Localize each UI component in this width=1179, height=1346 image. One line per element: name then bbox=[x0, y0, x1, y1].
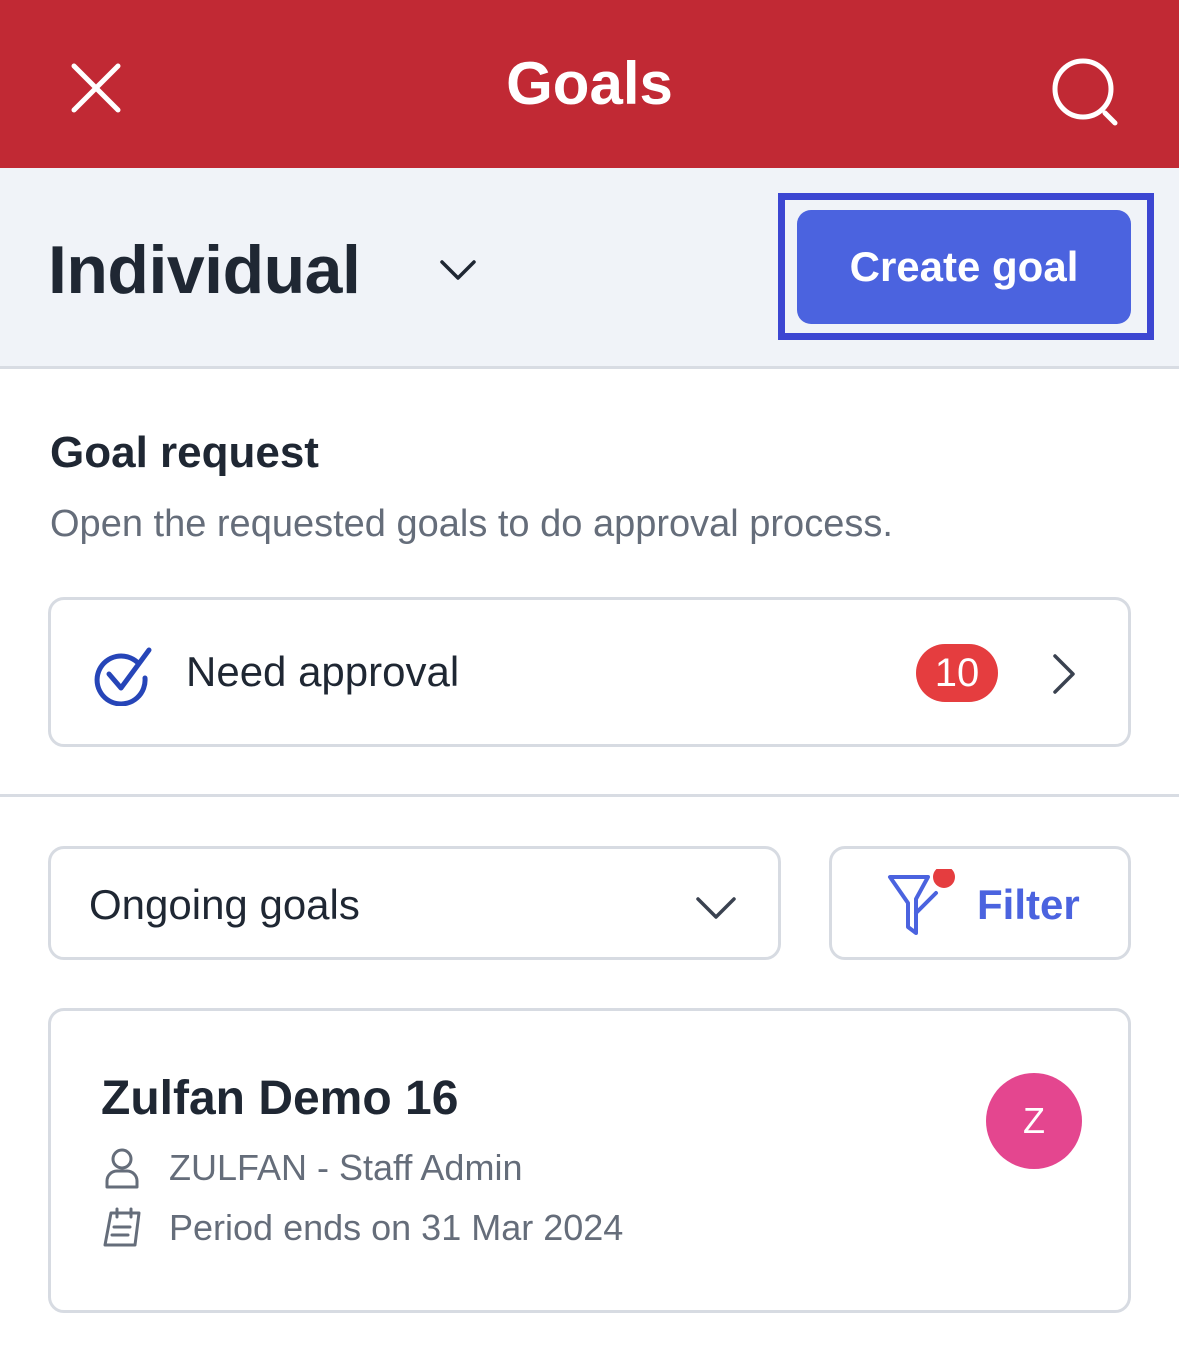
search-icon bbox=[1052, 58, 1118, 126]
goal-status-dropdown[interactable]: Ongoing goals bbox=[48, 846, 781, 960]
filter-label: Filter bbox=[977, 881, 1080, 928]
filter-button[interactable]: Filter bbox=[829, 846, 1131, 960]
create-goal-button[interactable]: Create goal bbox=[797, 210, 1131, 324]
calendar-icon bbox=[101, 1207, 143, 1249]
goal-title: Zulfan Demo 16 bbox=[101, 1072, 459, 1125]
goal-period-row: Period ends on 31 Mar 2024 bbox=[101, 1207, 623, 1249]
goal-request-description: Open the requested goals to do approval … bbox=[50, 503, 893, 545]
app-header: Goals bbox=[0, 0, 1179, 168]
filter-funnel-icon bbox=[888, 869, 955, 935]
chevron-down-icon bbox=[438, 250, 478, 290]
goal-owner: ZULFAN - Staff Admin bbox=[169, 1147, 523, 1188]
goal-owner-row: ZULFAN - Staff Admin bbox=[101, 1147, 522, 1189]
search-button[interactable] bbox=[1040, 46, 1130, 136]
approval-count-badge: 10 bbox=[916, 644, 998, 702]
need-approval-label: Need approval bbox=[186, 648, 460, 695]
goal-request-title: Goal request bbox=[50, 428, 319, 477]
page-title: Goals bbox=[506, 50, 673, 117]
goal-status-label: Ongoing goals bbox=[89, 881, 360, 928]
chevron-down-icon bbox=[696, 897, 736, 919]
chevron-right-icon bbox=[1053, 654, 1075, 694]
goal-type-bar: Individual Create goal bbox=[0, 168, 1179, 369]
person-icon bbox=[101, 1147, 143, 1189]
need-approval-card[interactable]: Need approval 10 bbox=[48, 597, 1131, 747]
filter-active-dot bbox=[933, 869, 955, 888]
goal-type-dropdown[interactable]: Individual bbox=[48, 224, 478, 316]
section-divider bbox=[0, 794, 1179, 797]
goal-period: Period ends on 31 Mar 2024 bbox=[169, 1207, 624, 1248]
avatar: Z bbox=[986, 1073, 1082, 1169]
goal-type-label: Individual bbox=[48, 232, 361, 308]
goal-card[interactable]: Zulfan Demo 16 ZULFAN - Staff Admin Peri… bbox=[48, 1008, 1131, 1313]
approval-check-icon bbox=[94, 647, 152, 706]
